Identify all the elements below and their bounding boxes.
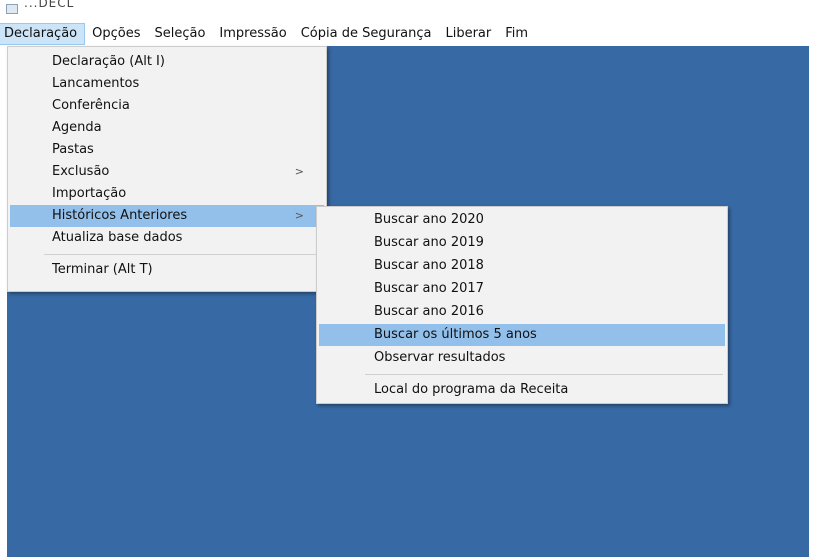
menu-item-label: Agenda bbox=[52, 120, 102, 135]
chevron-right-icon: > bbox=[294, 165, 304, 178]
menu-item-label: Buscar os últimos 5 anos bbox=[374, 327, 537, 342]
menu-item-label: Local do programa da Receita bbox=[374, 382, 569, 397]
menu-item-label: Atualiza base dados bbox=[52, 230, 183, 245]
menu-item-label: Exclusão bbox=[52, 164, 110, 179]
menu-impressao[interactable]: Impressão bbox=[212, 23, 293, 45]
menu-item-label: Buscar ano 2018 bbox=[374, 258, 484, 273]
menu-item-historicos-anteriores[interactable]: Históricos Anteriores > bbox=[10, 205, 324, 227]
menu-item-buscar-2017[interactable]: Buscar ano 2017 bbox=[319, 278, 725, 300]
menu-item-label: Buscar ano 2017 bbox=[374, 281, 484, 296]
menu-liberar[interactable]: Liberar bbox=[438, 23, 498, 45]
menu-item-label: Observar resultados bbox=[374, 350, 506, 365]
menu-opcoes[interactable]: Opções bbox=[85, 23, 147, 45]
menu-item-label: Declaração (Alt I) bbox=[52, 54, 165, 69]
menu-item-lancamentos[interactable]: Lancamentos bbox=[10, 73, 324, 95]
menu-item-buscar-ultimos-5-anos[interactable]: Buscar os últimos 5 anos bbox=[319, 324, 725, 346]
menu-separator bbox=[365, 374, 723, 375]
menu-item-atualiza-base-dados[interactable]: Atualiza base dados bbox=[10, 227, 324, 249]
declaracao-dropdown: Declaração (Alt I) Lancamentos Conferênc… bbox=[7, 46, 327, 292]
menu-item-label: Conferência bbox=[52, 98, 130, 113]
historicos-submenu: Buscar ano 2020 Buscar ano 2019 Buscar a… bbox=[316, 206, 728, 404]
menu-item-label: Importação bbox=[52, 186, 127, 201]
menu-item-label: Buscar ano 2019 bbox=[374, 235, 484, 250]
menu-item-label: Buscar ano 2020 bbox=[374, 212, 484, 227]
app-icon bbox=[6, 4, 18, 14]
menu-item-label: Terminar (Alt T) bbox=[52, 262, 153, 277]
title-bar: ...DECL bbox=[0, 0, 817, 22]
menu-fim[interactable]: Fim bbox=[498, 23, 535, 45]
menu-item-declaracao-alt-i[interactable]: Declaração (Alt I) bbox=[10, 51, 324, 73]
menu-item-conferencia[interactable]: Conferência bbox=[10, 95, 324, 117]
menu-item-importacao[interactable]: Importação bbox=[10, 183, 324, 205]
application-window: ...DECL Declaração Opções Seleção Impres… bbox=[0, 0, 817, 557]
menu-item-buscar-2016[interactable]: Buscar ano 2016 bbox=[319, 301, 725, 323]
menu-copia-de-seguranca[interactable]: Cópia de Segurança bbox=[294, 23, 439, 45]
menu-item-label: Lancamentos bbox=[52, 76, 140, 91]
menu-item-label: Buscar ano 2016 bbox=[374, 304, 484, 319]
menu-item-buscar-2018[interactable]: Buscar ano 2018 bbox=[319, 255, 725, 277]
menu-item-buscar-2020[interactable]: Buscar ano 2020 bbox=[319, 209, 725, 231]
menu-bar: Declaração Opções Seleção Impressão Cópi… bbox=[0, 22, 817, 46]
menu-item-agenda[interactable]: Agenda bbox=[10, 117, 324, 139]
menu-item-observar-resultados[interactable]: Observar resultados bbox=[319, 347, 725, 369]
menu-item-terminar-alt-t[interactable]: Terminar (Alt T) bbox=[10, 259, 324, 281]
menu-item-pastas[interactable]: Pastas bbox=[10, 139, 324, 161]
chevron-right-icon: > bbox=[294, 209, 304, 222]
menu-separator bbox=[44, 254, 322, 255]
menu-item-label: Históricos Anteriores bbox=[52, 208, 188, 223]
menu-item-label: Pastas bbox=[52, 142, 94, 157]
menu-item-local-programa-receita[interactable]: Local do programa da Receita bbox=[319, 379, 725, 401]
menu-declaracao[interactable]: Declaração bbox=[0, 23, 86, 45]
menu-item-buscar-2019[interactable]: Buscar ano 2019 bbox=[319, 232, 725, 254]
window-title: ...DECL bbox=[24, 0, 75, 10]
menu-selecao[interactable]: Seleção bbox=[147, 23, 212, 45]
menu-item-exclusao[interactable]: Exclusão > bbox=[10, 161, 324, 183]
window-edge bbox=[809, 188, 817, 292]
